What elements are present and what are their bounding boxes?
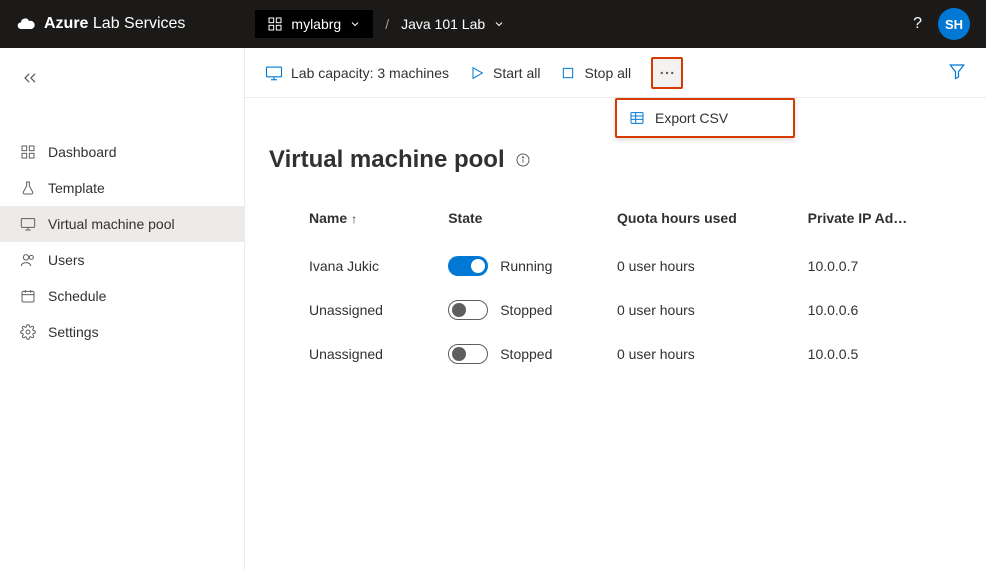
cell-ip: 10.0.0.7 xyxy=(800,244,962,288)
cell-state: Stopped xyxy=(440,332,609,376)
breadcrumb-separator: / xyxy=(385,16,389,32)
lab-dropdown[interactable]: Java 101 Lab xyxy=(401,16,505,32)
user-initials: SH xyxy=(945,17,963,32)
double-chevron-left-icon xyxy=(20,68,40,88)
command-bar: Lab capacity: 3 machines Start all Stop … xyxy=(245,48,986,98)
main-area: Lab capacity: 3 machines Start all Stop … xyxy=(245,48,986,571)
cell-name: Unassigned xyxy=(269,288,440,332)
azure-cloud-icon xyxy=(16,14,36,34)
power-toggle[interactable] xyxy=(448,256,488,276)
cell-name: Unassigned xyxy=(269,332,440,376)
power-toggle[interactable] xyxy=(448,344,488,364)
help-icon[interactable]: ? xyxy=(913,15,922,33)
sidebar-item-label: Virtual machine pool xyxy=(48,216,175,232)
sidebar-item-template[interactable]: Template xyxy=(0,170,244,206)
sidebar: Dashboard Template Virtual machine pool … xyxy=(0,48,245,571)
resource-group-icon xyxy=(267,16,283,32)
sidebar-item-label: Settings xyxy=(48,324,99,340)
sidebar-item-users[interactable]: Users xyxy=(0,242,244,278)
lab-name-label: Java 101 Lab xyxy=(401,16,485,32)
table-row[interactable]: Unassigned Stopped 0 user hours10.0.0.5 xyxy=(269,332,962,376)
calendar-icon xyxy=(20,288,36,304)
stop-all-label: Stop all xyxy=(584,65,631,81)
play-icon xyxy=(469,65,485,81)
vm-table: Name↑ State Quota hours used Private IP … xyxy=(269,198,962,376)
sidebar-item-vm-pool[interactable]: Virtual machine pool xyxy=(0,206,244,242)
state-label: Stopped xyxy=(500,346,552,362)
stop-icon xyxy=(560,65,576,81)
cell-name: Ivana Jukic xyxy=(269,244,440,288)
chevron-down-icon xyxy=(349,18,361,30)
table-row[interactable]: Ivana Jukic Running 0 user hours10.0.0.7 xyxy=(269,244,962,288)
top-breadcrumb: mylabrg / Java 101 Lab xyxy=(255,10,505,38)
monitor-icon xyxy=(265,64,283,82)
cell-ip: 10.0.0.5 xyxy=(800,332,962,376)
state-label: Running xyxy=(500,258,552,274)
sidebar-item-label: Dashboard xyxy=(48,144,117,160)
users-icon xyxy=(20,252,36,268)
state-label: Stopped xyxy=(500,302,552,318)
table-row[interactable]: Unassigned Stopped 0 user hours10.0.0.6 xyxy=(269,288,962,332)
export-csv-label: Export CSV xyxy=(655,110,728,126)
top-header: Azure Lab Services mylabrg / Java 101 La… xyxy=(0,0,986,48)
resource-group-label: mylabrg xyxy=(291,16,341,32)
export-csv-button[interactable]: Export CSV xyxy=(617,100,793,136)
stop-all-button[interactable]: Stop all xyxy=(560,65,631,81)
gear-icon xyxy=(20,324,36,340)
page-title: Virtual machine pool xyxy=(269,146,505,174)
filter-icon xyxy=(948,62,966,80)
sidebar-item-dashboard[interactable]: Dashboard xyxy=(0,134,244,170)
sidebar-item-label: Template xyxy=(48,180,105,196)
brand[interactable]: Azure Lab Services xyxy=(16,14,185,34)
ellipsis-icon xyxy=(658,64,676,82)
column-header-name[interactable]: Name↑ xyxy=(269,198,440,244)
start-all-button[interactable]: Start all xyxy=(469,65,540,81)
cell-ip: 10.0.0.6 xyxy=(800,288,962,332)
sidebar-item-schedule[interactable]: Schedule xyxy=(0,278,244,314)
sidebar-item-label: Users xyxy=(48,252,85,268)
lab-capacity-button[interactable]: Lab capacity: 3 machines xyxy=(265,64,449,82)
more-actions-button[interactable] xyxy=(651,57,683,89)
table-icon xyxy=(629,110,645,126)
cell-quota: 0 user hours xyxy=(609,332,800,376)
column-header-ip[interactable]: Private IP Ad… xyxy=(800,198,962,244)
more-actions-dropdown: Export CSV xyxy=(615,98,795,138)
power-toggle[interactable] xyxy=(448,300,488,320)
column-header-state[interactable]: State xyxy=(440,198,609,244)
sidebar-item-settings[interactable]: Settings xyxy=(0,314,244,350)
sidebar-collapse-button[interactable] xyxy=(0,58,244,98)
start-all-label: Start all xyxy=(493,65,540,81)
dashboard-icon xyxy=(20,144,36,160)
info-icon[interactable] xyxy=(515,152,531,168)
user-avatar[interactable]: SH xyxy=(938,8,970,40)
lab-capacity-label: Lab capacity: 3 machines xyxy=(291,65,449,81)
chevron-down-icon xyxy=(493,18,505,30)
sort-asc-icon: ↑ xyxy=(351,212,357,226)
monitor-icon xyxy=(20,216,36,232)
cell-quota: 0 user hours xyxy=(609,288,800,332)
resource-group-dropdown[interactable]: mylabrg xyxy=(255,10,373,38)
cell-state: Stopped xyxy=(440,288,609,332)
filter-button[interactable] xyxy=(948,62,966,83)
flask-icon xyxy=(20,180,36,196)
column-header-quota[interactable]: Quota hours used xyxy=(609,198,800,244)
sidebar-item-label: Schedule xyxy=(48,288,106,304)
cell-quota: 0 user hours xyxy=(609,244,800,288)
cell-state: Running xyxy=(440,244,609,288)
